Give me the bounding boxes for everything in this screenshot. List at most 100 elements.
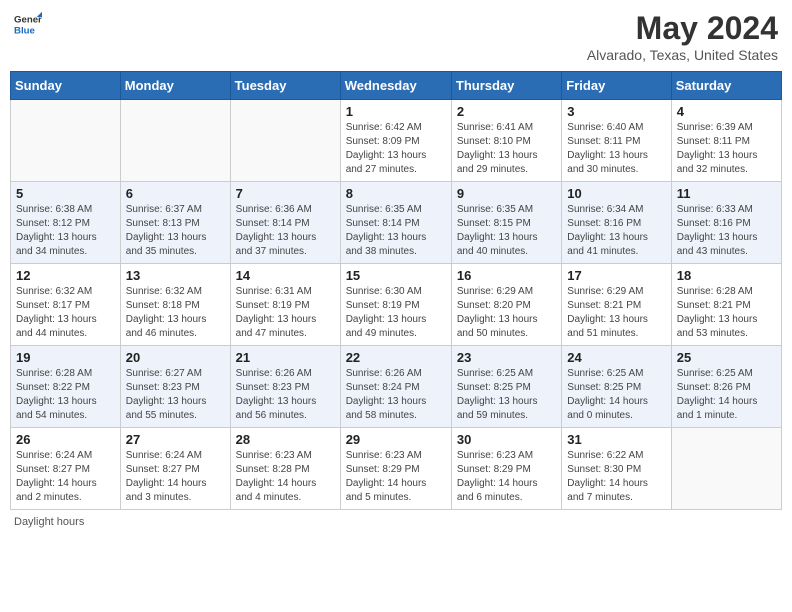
day-number: 18	[677, 268, 776, 283]
day-info: Sunrise: 6:31 AM Sunset: 8:19 PM Dayligh…	[236, 285, 335, 341]
day-info: Sunrise: 6:26 AM Sunset: 8:24 PM Dayligh…	[346, 367, 446, 423]
table-row: 22Sunrise: 6:26 AM Sunset: 8:24 PM Dayli…	[340, 346, 451, 428]
day-number: 27	[126, 432, 225, 447]
day-info: Sunrise: 6:28 AM Sunset: 8:22 PM Dayligh…	[16, 367, 115, 423]
table-row: 6Sunrise: 6:37 AM Sunset: 8:13 PM Daylig…	[120, 182, 230, 264]
table-row: 11Sunrise: 6:33 AM Sunset: 8:16 PM Dayli…	[671, 182, 781, 264]
day-info: Sunrise: 6:30 AM Sunset: 8:19 PM Dayligh…	[346, 285, 446, 341]
day-number: 20	[126, 350, 225, 365]
table-row: 15 Sunrise: 6:30 AM Sunset: 8:19 PM Dayli…	[340, 264, 451, 346]
table-row	[120, 100, 230, 182]
logo-icon: General Blue	[14, 10, 42, 38]
day-info: Sunrise: 6:32 AM Sunset: 8:18 PM Dayligh…	[126, 285, 225, 341]
table-row: 26Sunrise: 6:24 AM Sunset: 8:27 PM Dayli…	[11, 428, 121, 510]
day-info: Sunrise: 6:23 AM Sunset: 8:29 PM Dayligh…	[346, 449, 446, 505]
svg-text:General: General	[14, 14, 42, 25]
day-number: 28	[236, 432, 335, 447]
day-info: Sunrise: 6:37 AM Sunset: 8:13 PM Dayligh…	[126, 203, 225, 259]
col-tuesday: Tuesday	[230, 72, 340, 100]
table-row: 16Sunrise: 6:29 AM Sunset: 8:20 PM Dayli…	[451, 264, 561, 346]
day-info: Sunrise: 6:32 AM Sunset: 8:17 PM Dayligh…	[16, 285, 115, 341]
day-info: Sunrise: 6:25 AM Sunset: 8:25 PM Dayligh…	[457, 367, 556, 423]
day-number: 4	[677, 104, 776, 119]
day-number: 26	[16, 432, 115, 447]
table-row: 10 Sunrise: 6:34 AM Sunset: 8:16 PM Dayli…	[562, 182, 671, 264]
day-info: Sunrise: 6:34 AM Sunset: 8:16 PM Dayligh…	[567, 203, 665, 259]
day-number: 12	[16, 268, 115, 283]
logo: General Blue	[14, 10, 42, 38]
calendar-week-row: 19 Sunrise: 6:28 AM Sunset: 8:22 PM Dayli…	[11, 346, 782, 428]
calendar-header-row: Sunday Monday Tuesday Wednesday Thursday…	[11, 72, 782, 100]
day-info: Sunrise: 6:33 AM Sunset: 8:16 PM Dayligh…	[677, 203, 776, 259]
day-info: Sunrise: 6:29 AM Sunset: 8:21 PM Dayligh…	[567, 285, 665, 341]
table-row	[230, 100, 340, 182]
table-row: 20 Sunrise: 6:27 AM Sunset: 8:23 PM Dayli…	[120, 346, 230, 428]
day-info: Sunrise: 6:27 AM Sunset: 8:23 PM Dayligh…	[126, 367, 225, 423]
table-row: 23 Sunrise: 6:25 AM Sunset: 8:25 PM Dayli…	[451, 346, 561, 428]
day-number: 9	[457, 186, 556, 201]
table-row: 9 Sunrise: 6:35 AM Sunset: 8:15 PM Daylig…	[451, 182, 561, 264]
col-monday: Monday	[120, 72, 230, 100]
day-number: 30	[457, 432, 556, 447]
day-info: Sunrise: 6:35 AM Sunset: 8:14 PM Dayligh…	[346, 203, 446, 259]
day-info: Sunrise: 6:42 AM Sunset: 8:09 PM Dayligh…	[346, 121, 446, 177]
table-row: 31Sunrise: 6:22 AM Sunset: 8:30 PM Dayli…	[562, 428, 671, 510]
day-number: 3	[567, 104, 665, 119]
day-number: 10	[567, 186, 665, 201]
day-info: Sunrise: 6:26 AM Sunset: 8:23 PM Dayligh…	[236, 367, 335, 423]
table-row: 29Sunrise: 6:23 AM Sunset: 8:29 PM Dayli…	[340, 428, 451, 510]
day-info: Sunrise: 6:28 AM Sunset: 8:21 PM Dayligh…	[677, 285, 776, 341]
day-number: 2	[457, 104, 556, 119]
col-wednesday: Wednesday	[340, 72, 451, 100]
day-info: Sunrise: 6:22 AM Sunset: 8:30 PM Dayligh…	[567, 449, 665, 505]
calendar-week-row: 26 Sunrise: 6:24 AM Sunset: 8:27 PM Dayli…	[11, 428, 782, 510]
day-number: 14	[236, 268, 335, 283]
table-row: 28 Sunrise: 6:23 AM Sunset: 8:28 PM Dayli…	[230, 428, 340, 510]
table-row: 19 Sunrise: 6:28 AM Sunset: 8:22 PM Dayli…	[11, 346, 121, 428]
day-info: Sunrise: 6:25 AM Sunset: 8:25 PM Dayligh…	[567, 367, 665, 423]
calendar-week-row: 1 Sunrise: 6:42 AM Sunset: 8:09 PM Daylig…	[11, 100, 782, 182]
table-row: 27 Sunrise: 6:24 AM Sunset: 8:27 PM Dayli…	[120, 428, 230, 510]
table-row: 25Sunrise: 6:25 AM Sunset: 8:26 PM Dayli…	[671, 346, 781, 428]
page-header: General Blue May 2024 Alvarado, Texas, U…	[10, 10, 782, 63]
table-row: 8 Sunrise: 6:35 AM Sunset: 8:14 PM Daylig…	[340, 182, 451, 264]
table-row: 24 Sunrise: 6:25 AM Sunset: 8:25 PM Dayli…	[562, 346, 671, 428]
table-row: 21Sunrise: 6:26 AM Sunset: 8:23 PM Dayli…	[230, 346, 340, 428]
day-number: 24	[567, 350, 665, 365]
table-row: 13Sunrise: 6:32 AM Sunset: 8:18 PM Dayli…	[120, 264, 230, 346]
calendar-week-row: 12 Sunrise: 6:32 AM Sunset: 8:17 PM Dayli…	[11, 264, 782, 346]
day-info: Sunrise: 6:35 AM Sunset: 8:15 PM Dayligh…	[457, 203, 556, 259]
day-number: 23	[457, 350, 556, 365]
table-row: 2 Sunrise: 6:41 AM Sunset: 8:10 PM Daylig…	[451, 100, 561, 182]
table-row	[671, 428, 781, 510]
location-subtitle: Alvarado, Texas, United States	[587, 47, 778, 63]
table-row: 5Sunrise: 6:38 AM Sunset: 8:12 PM Daylig…	[11, 182, 121, 264]
day-info: Sunrise: 6:25 AM Sunset: 8:26 PM Dayligh…	[677, 367, 776, 423]
table-row: 4 Sunrise: 6:39 AM Sunset: 8:11 PM Daylig…	[671, 100, 781, 182]
day-info: Sunrise: 6:36 AM Sunset: 8:14 PM Dayligh…	[236, 203, 335, 259]
day-info: Sunrise: 6:38 AM Sunset: 8:12 PM Dayligh…	[16, 203, 115, 259]
table-row: 3 Sunrise: 6:40 AM Sunset: 8:11 PM Daylig…	[562, 100, 671, 182]
day-info: Sunrise: 6:24 AM Sunset: 8:27 PM Dayligh…	[126, 449, 225, 505]
day-info: Sunrise: 6:40 AM Sunset: 8:11 PM Dayligh…	[567, 121, 665, 177]
calendar-week-row: 5Sunrise: 6:38 AM Sunset: 8:12 PM Daylig…	[11, 182, 782, 264]
title-section: May 2024 Alvarado, Texas, United States	[587, 10, 778, 63]
table-row: 7Sunrise: 6:36 AM Sunset: 8:14 PM Daylig…	[230, 182, 340, 264]
day-info: Sunrise: 6:23 AM Sunset: 8:28 PM Dayligh…	[236, 449, 335, 505]
day-info: Sunrise: 6:39 AM Sunset: 8:11 PM Dayligh…	[677, 121, 776, 177]
footer-note: Daylight hours	[10, 516, 782, 528]
col-thursday: Thursday	[451, 72, 561, 100]
day-info: Sunrise: 6:41 AM Sunset: 8:10 PM Dayligh…	[457, 121, 556, 177]
calendar-table: Sunday Monday Tuesday Wednesday Thursday…	[10, 71, 782, 510]
table-row: 17Sunrise: 6:29 AM Sunset: 8:21 PM Dayli…	[562, 264, 671, 346]
svg-text:Blue: Blue	[14, 26, 35, 37]
day-number: 1	[346, 104, 446, 119]
month-year-title: May 2024	[587, 10, 778, 47]
col-sunday: Sunday	[11, 72, 121, 100]
day-info: Sunrise: 6:29 AM Sunset: 8:20 PM Dayligh…	[457, 285, 556, 341]
day-number: 15	[346, 268, 446, 283]
col-saturday: Saturday	[671, 72, 781, 100]
table-row: 12 Sunrise: 6:32 AM Sunset: 8:17 PM Dayli…	[11, 264, 121, 346]
day-number: 19	[16, 350, 115, 365]
day-number: 8	[346, 186, 446, 201]
